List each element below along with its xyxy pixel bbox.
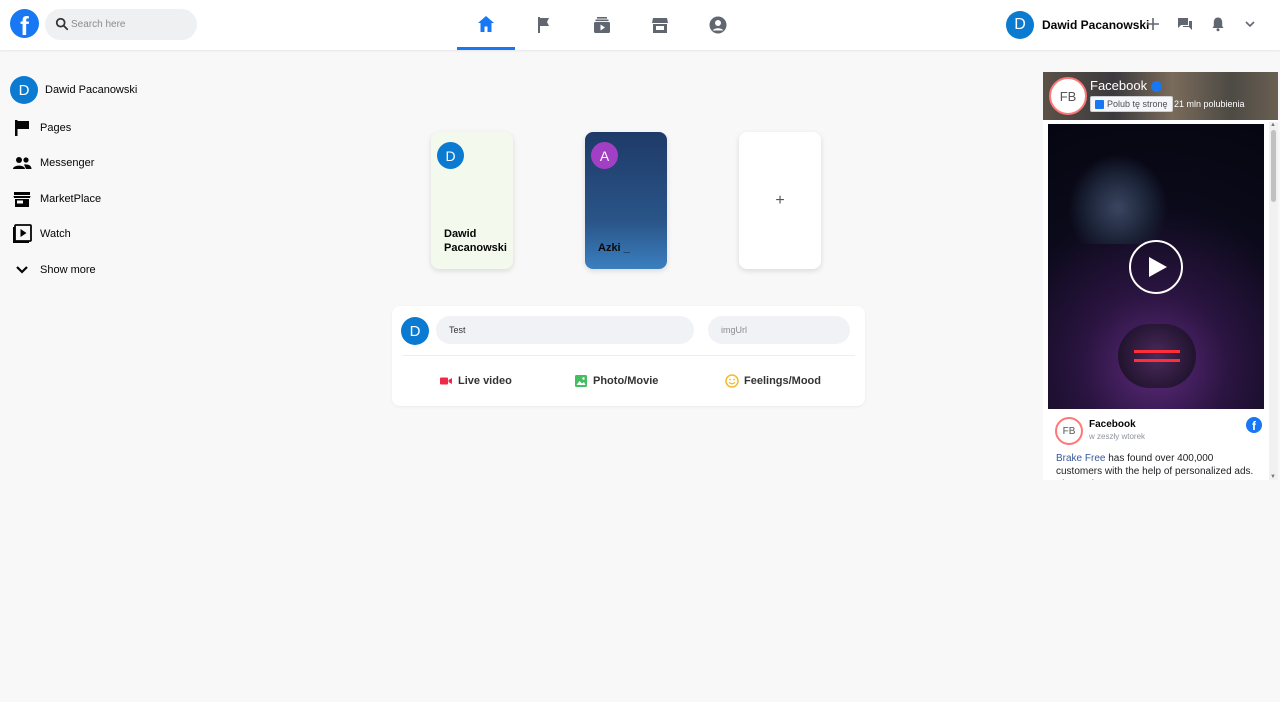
camera-icon bbox=[440, 377, 452, 385]
facebook-icon[interactable]: f bbox=[1246, 417, 1262, 433]
post-composer: D Live video Photo/Movie Feelings/Mood bbox=[392, 306, 865, 406]
sidebar-item-label: Show more bbox=[40, 263, 96, 276]
page-name[interactable]: Facebook bbox=[1090, 78, 1163, 93]
people-icon bbox=[13, 157, 32, 170]
divider bbox=[402, 355, 855, 356]
story-card[interactable]: A Azki _ bbox=[585, 132, 667, 269]
bell-icon bbox=[1212, 17, 1224, 32]
sidebar-item-marketplace[interactable]: MarketPlace bbox=[10, 181, 210, 217]
live-video-label: Live video bbox=[458, 375, 512, 387]
post-time[interactable]: w zeszły wtorek bbox=[1089, 432, 1145, 441]
facebook-page-widget: FB Facebook Polub tę stronę 21 mln polub… bbox=[1043, 72, 1278, 480]
add-story-button[interactable]: + bbox=[739, 132, 821, 269]
video-player[interactable] bbox=[1048, 124, 1264, 409]
avatar: D bbox=[1006, 11, 1034, 39]
video-icon bbox=[13, 224, 32, 244]
messenger-icon bbox=[1178, 18, 1192, 30]
sidebar-item-show-more[interactable]: Show more bbox=[10, 252, 210, 288]
scroll-down-icon[interactable]: ▼ bbox=[1270, 474, 1276, 480]
sidebar-item-label: Watch bbox=[40, 228, 71, 241]
avatar: D bbox=[437, 142, 464, 169]
avatar: A bbox=[591, 142, 618, 169]
top-header: f D Dawid P bbox=[0, 0, 1280, 50]
profile-name: Dawid Pacanowski bbox=[1042, 18, 1150, 32]
home-icon bbox=[478, 15, 494, 32]
watch-icon bbox=[594, 17, 610, 33]
nav-marketplace[interactable] bbox=[631, 0, 689, 50]
post-text: Brake Free has found over 400,000 custom… bbox=[1056, 452, 1261, 480]
play-button[interactable] bbox=[1129, 240, 1183, 294]
like-page-button[interactable]: Polub tę stronę bbox=[1090, 96, 1173, 112]
feelings-mood-label: Feelings/Mood bbox=[744, 375, 821, 387]
nav-groups[interactable] bbox=[689, 0, 747, 50]
post-author[interactable]: Facebook bbox=[1089, 419, 1136, 430]
widget-feed: FB Facebook w zeszły wtorek f Brake Free… bbox=[1043, 122, 1269, 480]
plus-icon bbox=[1147, 18, 1159, 30]
page-name-text: Facebook bbox=[1090, 78, 1148, 93]
chevron-down-icon bbox=[16, 265, 28, 274]
photo-movie-button[interactable]: Photo/Movie bbox=[574, 366, 658, 396]
post-text-input[interactable] bbox=[436, 316, 694, 344]
avatar: D bbox=[401, 317, 429, 345]
store-icon bbox=[13, 191, 31, 207]
messenger-button[interactable] bbox=[1175, 14, 1195, 34]
create-button[interactable] bbox=[1143, 14, 1163, 34]
nav-home[interactable] bbox=[457, 0, 515, 50]
sidebar-item-label: Pages bbox=[40, 121, 72, 134]
photo-icon bbox=[575, 375, 587, 387]
post-header: FB Facebook w zeszły wtorek f bbox=[1055, 417, 1262, 445]
story-card[interactable]: D Dawid Pacanowski bbox=[431, 132, 513, 269]
plus-icon: + bbox=[775, 191, 785, 209]
sidebar-item-pages[interactable]: Pages bbox=[10, 110, 210, 146]
live-video-button[interactable]: Live video bbox=[439, 366, 512, 396]
nav-pages[interactable] bbox=[515, 0, 573, 50]
marketplace-icon bbox=[652, 18, 668, 33]
scroll-up-icon[interactable]: ▲ bbox=[1270, 122, 1276, 128]
sidebar-item-label: MarketPlace bbox=[40, 192, 102, 205]
sidebar-item-label: Messenger bbox=[40, 157, 95, 170]
chevron-down-icon bbox=[1245, 21, 1255, 28]
image-url-input[interactable] bbox=[708, 316, 850, 344]
video-thumbnail bbox=[1068, 154, 1168, 244]
left-sidebar: D Dawid Pacanowski Pages Messenger Marke… bbox=[10, 74, 210, 288]
flag-icon bbox=[15, 119, 29, 136]
profile-chip[interactable]: D Dawid Pacanowski bbox=[1006, 10, 1149, 40]
search-input[interactable] bbox=[71, 9, 191, 40]
flag-icon bbox=[538, 17, 549, 33]
sidebar-item-messenger[interactable]: Messenger bbox=[10, 146, 210, 182]
smile-icon bbox=[725, 374, 739, 388]
story-name: Azki _ bbox=[598, 242, 630, 254]
nav-watch[interactable] bbox=[573, 0, 631, 50]
sidebar-item-profile[interactable]: D Dawid Pacanowski bbox=[10, 74, 210, 106]
groups-icon bbox=[709, 16, 727, 34]
facebook-logo-icon[interactable]: f bbox=[10, 9, 39, 38]
search-icon bbox=[55, 17, 69, 31]
play-icon bbox=[1149, 257, 1167, 277]
avatar: D bbox=[10, 76, 38, 104]
story-name: Dawid Pacanowski bbox=[444, 228, 507, 254]
photo-movie-label: Photo/Movie bbox=[593, 375, 659, 387]
verified-icon bbox=[1151, 81, 1163, 93]
likes-count: 21 mln polubienia bbox=[1174, 99, 1245, 109]
post-author-avatar[interactable]: FB bbox=[1055, 417, 1083, 445]
video-thumbnail-detail bbox=[1118, 324, 1196, 388]
post-link[interactable]: Brake Free bbox=[1056, 453, 1105, 464]
composer-actions: Live video Photo/Movie Feelings/Mood bbox=[392, 366, 865, 396]
widget-scrollbar[interactable]: ▲ ▼ bbox=[1269, 122, 1278, 480]
account-menu-button[interactable] bbox=[1240, 14, 1260, 34]
scrollbar-thumb[interactable] bbox=[1271, 130, 1276, 202]
page-banner: FB Facebook Polub tę stronę 21 mln polub… bbox=[1043, 72, 1278, 120]
feelings-mood-button[interactable]: Feelings/Mood bbox=[725, 366, 821, 396]
sidebar-item-watch[interactable]: Watch bbox=[10, 217, 210, 253]
page-logo[interactable]: FB bbox=[1049, 77, 1087, 115]
notifications-button[interactable] bbox=[1208, 14, 1228, 34]
sidebar-item-label: Dawid Pacanowski bbox=[45, 84, 138, 96]
search-bar[interactable] bbox=[45, 9, 197, 40]
